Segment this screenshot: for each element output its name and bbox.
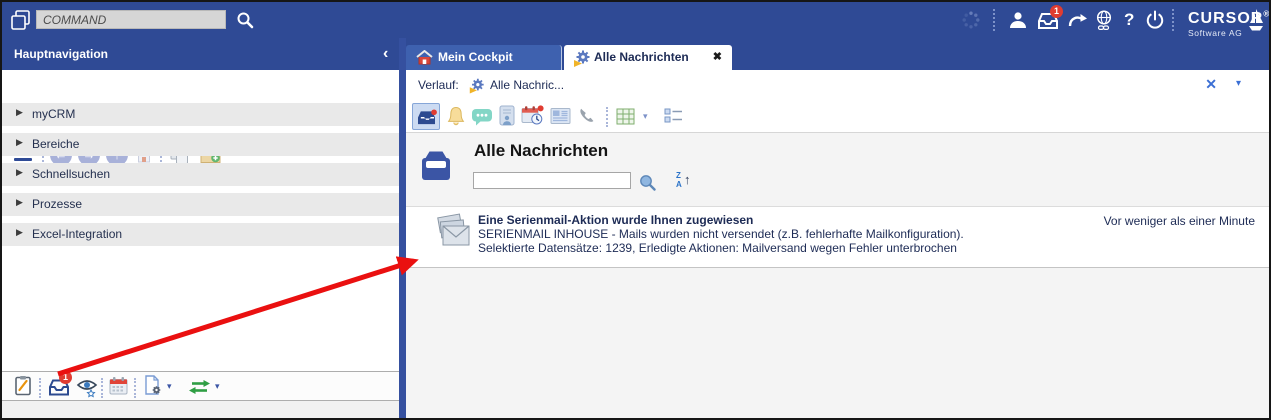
chevron-right-icon: ▶ xyxy=(16,107,23,118)
gear-arrow-icon xyxy=(468,77,485,94)
sidebar-item-excel-integration[interactable]: ▶ Excel-Integration xyxy=(2,223,399,246)
help-icon[interactable]: ? xyxy=(1124,10,1134,30)
globe-link-icon[interactable] xyxy=(1094,10,1114,31)
notes-clipboard-icon[interactable] xyxy=(14,375,32,396)
sidebar-item-label: Excel-Integration xyxy=(32,223,122,246)
sort-icon[interactable]: Z A ↑ xyxy=(676,171,696,191)
sidebar-item-label: myCRM xyxy=(32,103,75,126)
chat-icon[interactable] xyxy=(471,108,493,126)
sidebar-item-label: Schnellsuchen xyxy=(32,163,110,186)
close-tab-icon[interactable]: ✖ xyxy=(713,45,722,70)
separator xyxy=(39,378,41,398)
inbox-badge: 1 xyxy=(1050,5,1063,18)
sidebar-toolbar: ← → ↑ xyxy=(2,70,399,103)
history-bar: Verlauf: Alle Nachric... ✕ ▾ xyxy=(406,70,1269,101)
redo-arrow-icon[interactable] xyxy=(1068,12,1088,28)
power-icon[interactable] xyxy=(1145,10,1165,30)
chevron-down-icon[interactable]: ▾ xyxy=(215,381,220,392)
windows-cube-icon[interactable] xyxy=(10,9,32,31)
search-icon[interactable] xyxy=(639,174,656,191)
message-list-item[interactable]: Eine Serienmail-Aktion wurde Ihnen zugew… xyxy=(406,206,1269,268)
chevron-right-icon: ▶ xyxy=(16,227,23,238)
sidebar-item-label: Prozesse xyxy=(32,193,82,216)
tab-label: Mein Cockpit xyxy=(438,45,513,70)
history-label: Verlauf: xyxy=(418,70,459,101)
tab-alle-nachrichten[interactable]: Alle Nachrichten ✖ xyxy=(564,45,732,70)
chevron-right-icon: ▶ xyxy=(16,167,23,178)
sidebar-item-bereiche[interactable]: ▶ Bereiche xyxy=(2,133,399,156)
chevron-down-icon[interactable]: ▾ xyxy=(1236,78,1241,89)
inbox-large-icon xyxy=(418,148,454,184)
inbox-icon xyxy=(416,109,437,126)
calendar-icon[interactable] xyxy=(109,376,128,395)
envelopes-icon xyxy=(434,212,472,250)
app-window: 1 ? CURSOR® Software AG Hauptnavigation … xyxy=(0,0,1271,420)
sidebar-item-label: Bereiche xyxy=(32,133,79,156)
separator xyxy=(134,378,136,398)
user-icon[interactable] xyxy=(1008,10,1028,30)
brand-registered: ® xyxy=(1263,10,1270,19)
sailboat-icon xyxy=(1248,8,1264,34)
watch-eye-icon[interactable] xyxy=(76,378,98,398)
list-view-icon[interactable] xyxy=(664,108,683,123)
chevron-right-icon: ▶ xyxy=(16,137,23,148)
contact-document-icon[interactable] xyxy=(498,105,516,126)
document-settings-icon[interactable] xyxy=(143,375,163,396)
sidebar-header: Hauptnavigation ‹ xyxy=(2,38,399,70)
news-icon[interactable] xyxy=(550,107,571,125)
chevron-down-icon[interactable]: ▾ xyxy=(167,381,172,392)
sync-icon[interactable] xyxy=(188,379,211,395)
spinner-icon xyxy=(962,11,980,29)
command-input[interactable] xyxy=(36,10,226,29)
sort-letter-z: Z xyxy=(676,171,681,180)
sidebar-footer-strip xyxy=(2,401,399,418)
separator xyxy=(993,9,995,31)
collapse-sidebar-icon[interactable]: ‹ xyxy=(383,38,388,70)
table-view-icon[interactable] xyxy=(616,108,635,125)
message-title: Eine Serienmail-Aktion wurde Ihnen zugew… xyxy=(478,213,753,227)
inbox-badge: 1 xyxy=(59,371,72,384)
gear-arrow-icon xyxy=(572,49,591,67)
phone-icon[interactable] xyxy=(578,107,596,125)
inbox-filter-button-selected[interactable] xyxy=(412,103,440,130)
close-icon[interactable]: ✕ xyxy=(1205,76,1217,93)
sidebar-item-schnellsuchen[interactable]: ▶ Schnellsuchen xyxy=(2,163,399,186)
page-title: Alle Nachrichten xyxy=(474,141,608,161)
panel-divider[interactable] xyxy=(399,38,406,418)
sort-arrow-up: ↑ xyxy=(684,172,691,187)
separator xyxy=(1172,9,1174,31)
message-search-input[interactable] xyxy=(473,172,631,189)
chevron-right-icon: ▶ xyxy=(16,197,23,208)
tab-label: Alle Nachrichten xyxy=(594,45,689,70)
home-icon xyxy=(416,50,433,65)
message-timestamp: Vor weniger als einer Minute xyxy=(1104,214,1255,228)
sidebar-item-prozesse[interactable]: ▶ Prozesse xyxy=(2,193,399,216)
sidebar-item-mycrm[interactable]: ▶ myCRM xyxy=(2,103,399,126)
top-bar: 1 ? CURSOR® Software AG xyxy=(2,2,1269,38)
separator xyxy=(101,378,103,398)
sort-letter-a: A xyxy=(676,180,682,189)
separator xyxy=(606,107,608,127)
chevron-down-icon[interactable]: ▾ xyxy=(643,111,648,122)
message-body-line1: SERIENMAIL INHOUSE - Mails wurden nicht … xyxy=(478,227,964,241)
tab-mein-cockpit[interactable]: Mein Cockpit xyxy=(406,45,562,70)
bell-icon[interactable] xyxy=(446,106,466,127)
message-body-line2: Selektierte Datensätze: 1239, Erledigte … xyxy=(478,241,957,255)
history-item[interactable]: Alle Nachric... xyxy=(490,70,564,101)
search-icon[interactable] xyxy=(236,11,254,29)
calendar-clock-icon[interactable] xyxy=(521,105,544,126)
sidebar-title: Hauptnavigation xyxy=(14,38,108,70)
